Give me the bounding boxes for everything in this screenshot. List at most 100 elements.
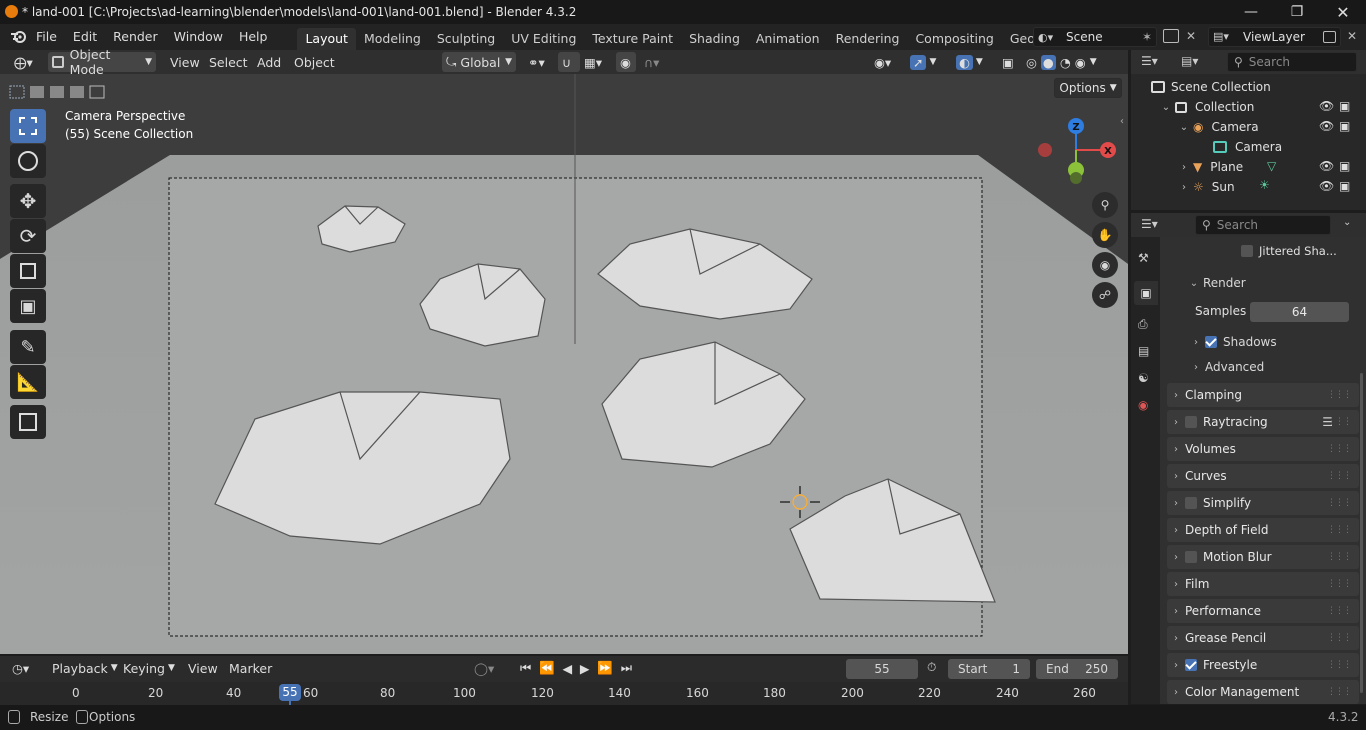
motion-blur-checkbox[interactable] — [1185, 551, 1197, 563]
delete-scene-icon[interactable]: ✕ — [1186, 29, 1196, 43]
tab-compositing[interactable]: Compositing — [907, 28, 1001, 50]
jump-end-icon[interactable]: ⏭ — [621, 660, 632, 676]
viewlayer-selector[interactable]: ▤▾ ViewLayer — [1208, 27, 1341, 47]
tool-tab-icon[interactable]: ⚒ — [1138, 251, 1149, 265]
playhead[interactable]: 55 — [279, 684, 301, 701]
view-menu[interactable]: View — [166, 52, 204, 72]
wireframe-shading-icon[interactable]: ◎ — [1026, 55, 1037, 70]
mode-dropdown[interactable]: Object Mode ▼ — [48, 47, 156, 77]
cursor-tool[interactable] — [10, 144, 46, 178]
autokey-button[interactable]: ◯▾ — [470, 658, 498, 678]
camera-view-button[interactable]: ◉ — [1092, 252, 1118, 278]
blender-menu-icon[interactable] — [10, 30, 28, 44]
zoom-button[interactable]: ⚲ — [1092, 192, 1118, 218]
tab-sculpting[interactable]: Sculpting — [429, 28, 503, 50]
material-shading-icon[interactable]: ◔ — [1060, 55, 1071, 70]
add-menu[interactable]: Add — [253, 52, 285, 72]
panel-freestyle[interactable]: › Freestyle ⋮⋮⋮ — [1167, 653, 1359, 677]
view-layer-tab-icon[interactable]: ▤ — [1138, 344, 1149, 358]
drag-handle-icon[interactable]: ⋮⋮⋮ — [1327, 687, 1352, 697]
render-tab-icon[interactable]: ▣ — [1134, 281, 1158, 305]
frame-ruler[interactable]: 0 20 40 60 80 100 120 140 160 180 200 22… — [0, 682, 1128, 705]
maximize-button[interactable]: ❐ — [1274, 0, 1320, 24]
menu-help[interactable]: Help — [231, 24, 276, 50]
outliner-row-sun[interactable]: › ☼ Sun ☀ 👁 ▣ — [1131, 177, 1366, 197]
properties-editor-icon[interactable]: ☰▾ — [1141, 217, 1158, 231]
transform-orientation-dropdown[interactable]: ⤿ Global ▼ — [442, 52, 516, 72]
outliner-scene-collection[interactable]: Scene Collection — [1131, 77, 1366, 97]
drag-handle-icon[interactable]: ⋮⋮⋮ — [1327, 417, 1352, 427]
jittered-shadows-option[interactable]: Jittered Sha... — [1241, 244, 1337, 258]
minimize-button[interactable]: — — [1228, 0, 1274, 24]
falloff-button[interactable]: ∩▾ — [640, 52, 666, 72]
panel-motion-blur[interactable]: › Motion Blur ⋮⋮⋮ — [1167, 545, 1359, 569]
editor-type-button[interactable]: ⨁▾ — [10, 52, 42, 72]
drag-handle-icon[interactable]: ⋮⋮⋮ — [1327, 660, 1352, 670]
panel-depth-of-field[interactable]: › Depth of Field ⋮⋮⋮ — [1167, 518, 1359, 542]
tab-layout[interactable]: Layout — [297, 28, 356, 50]
start-frame-field[interactable]: Start 1 — [948, 659, 1030, 679]
properties-scrollbar[interactable] — [1360, 373, 1363, 693]
menu-file[interactable]: File — [28, 24, 65, 50]
object-menu[interactable]: Object — [290, 52, 339, 72]
transform-tool[interactable]: ▣ — [10, 289, 46, 323]
visibility-button[interactable]: ◉▾ — [870, 52, 900, 72]
chevron-right-icon[interactable]: › — [1175, 162, 1193, 173]
snap-target-button[interactable]: ▦▾ — [580, 52, 610, 72]
prev-keyframe-icon[interactable]: ⏪ — [539, 660, 555, 676]
advanced-subpanel[interactable]: › Advanced — [1187, 357, 1264, 377]
tab-texture-paint[interactable]: Texture Paint — [584, 28, 681, 50]
outliner-row-plane[interactable]: › ▼ Plane ▽ 👁 ▣ — [1131, 157, 1366, 177]
outliner-row-collection[interactable]: ⌄ Collection 👁 ▣ — [1131, 97, 1366, 117]
jump-start-icon[interactable]: ⏮ — [520, 660, 531, 676]
render-camera-icon[interactable]: ▣ — [1339, 179, 1350, 193]
panel-film[interactable]: › Film ⋮⋮⋮ — [1167, 572, 1359, 596]
chevron-down-icon[interactable]: ⌄ — [1343, 217, 1351, 228]
end-frame-field[interactable]: End 250 — [1036, 659, 1118, 679]
panel-curves[interactable]: › Curves ⋮⋮⋮ — [1167, 464, 1359, 488]
outliner-row-camera[interactable]: ⌄ ◉ Camera 👁 ▣ — [1131, 117, 1366, 137]
output-tab-icon[interactable]: ⎙ — [1138, 317, 1148, 332]
play-reverse-icon[interactable]: ◀ — [562, 661, 572, 676]
lock-camera-button[interactable]: ☍ — [1092, 282, 1118, 308]
eye-icon[interactable]: 👁 — [1319, 179, 1334, 193]
tab-rendering[interactable]: Rendering — [828, 28, 908, 50]
scale-tool[interactable] — [10, 254, 46, 288]
play-icon[interactable]: ▶ — [580, 661, 590, 676]
pivot-point-button[interactable]: ⚭▾ — [524, 52, 554, 72]
samples-field[interactable]: 64 — [1250, 302, 1349, 322]
tab-uv-editing[interactable]: UV Editing — [503, 28, 584, 50]
panel-performance[interactable]: › Performance ⋮⋮⋮ — [1167, 599, 1359, 623]
chevron-right-icon[interactable]: › — [1175, 182, 1193, 193]
pin-icon[interactable]: ✶ — [1142, 30, 1152, 44]
panel-raytracing[interactable]: › Raytracing ☰ ⋮⋮⋮ — [1167, 410, 1359, 434]
proportional-edit-toggle[interactable]: ◉ — [616, 52, 636, 72]
stopwatch-icon[interactable]: ⏱ — [927, 660, 936, 675]
render-camera-icon[interactable]: ▣ — [1339, 119, 1350, 133]
panel-grease-pencil[interactable]: › Grease Pencil ⋮⋮⋮ — [1167, 626, 1359, 650]
world-tab-icon[interactable]: ◉ — [1138, 398, 1148, 412]
drag-handle-icon[interactable]: ⋮⋮⋮ — [1327, 579, 1352, 589]
shadows-subpanel[interactable]: › Shadows — [1187, 332, 1277, 352]
eye-icon[interactable]: 👁 — [1319, 99, 1334, 113]
panel-clamping[interactable]: › Clamping ⋮⋮⋮ — [1167, 383, 1359, 407]
timeline-editor-type[interactable]: ◷▾ — [8, 658, 40, 678]
tab-modeling[interactable]: Modeling — [356, 28, 429, 50]
current-frame-field[interactable]: 55 — [846, 659, 918, 679]
select-mode-buttons[interactable] — [8, 84, 108, 103]
drag-handle-icon[interactable]: ⋮⋮⋮ — [1327, 606, 1352, 616]
delete-viewlayer-icon[interactable]: ✕ — [1347, 29, 1357, 43]
pan-button[interactable]: ✋ — [1092, 222, 1118, 248]
render-subpanel-header[interactable]: ⌄ Render — [1167, 271, 1359, 295]
navigation-gizmo[interactable]: Z X — [1030, 114, 1125, 189]
drag-handle-icon[interactable]: ⋮⋮⋮ — [1327, 633, 1352, 643]
simplify-checkbox[interactable] — [1185, 497, 1197, 509]
scene-tab-icon[interactable]: ☯ — [1138, 371, 1149, 385]
properties-search-input[interactable]: ⚲ Search — [1195, 215, 1331, 235]
panel-volumes[interactable]: › Volumes ⋮⋮⋮ — [1167, 437, 1359, 461]
annotate-tool[interactable]: ✎ — [10, 330, 46, 364]
gizmo-toggle[interactable]: ➚ ▼ — [906, 52, 946, 72]
rotate-tool[interactable]: ⟳ — [10, 219, 46, 253]
drag-handle-icon[interactable]: ⋮⋮⋮ — [1327, 390, 1352, 400]
menu-window[interactable]: Window — [166, 24, 231, 50]
